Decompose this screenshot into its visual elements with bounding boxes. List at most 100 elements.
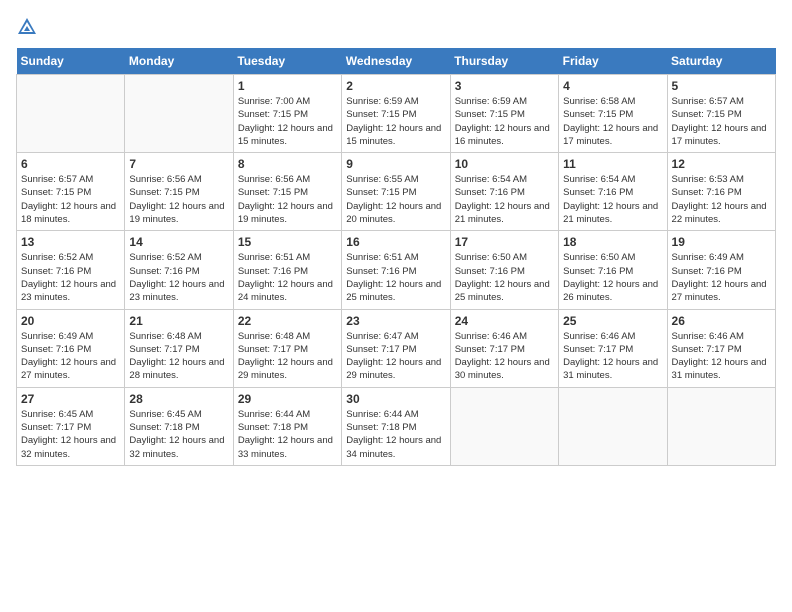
calendar-cell: 10 Sunrise: 6:54 AM Sunset: 7:16 PM Dayli… [450, 153, 558, 231]
day-info: Sunrise: 6:44 AM Sunset: 7:18 PM Dayligh… [238, 408, 337, 461]
calendar-cell: 20 Sunrise: 6:49 AM Sunset: 7:16 PM Dayli… [17, 309, 125, 387]
day-info: Sunrise: 7:00 AM Sunset: 7:15 PM Dayligh… [238, 95, 337, 148]
day-info: Sunrise: 6:57 AM Sunset: 7:15 PM Dayligh… [672, 95, 771, 148]
calendar-cell: 29 Sunrise: 6:44 AM Sunset: 7:18 PM Dayli… [233, 387, 341, 465]
day-info: Sunrise: 6:52 AM Sunset: 7:16 PM Dayligh… [21, 251, 120, 304]
day-number: 21 [129, 314, 228, 328]
day-info: Sunrise: 6:56 AM Sunset: 7:15 PM Dayligh… [129, 173, 228, 226]
calendar-cell: 19 Sunrise: 6:49 AM Sunset: 7:16 PM Dayli… [667, 231, 775, 309]
day-number: 1 [238, 79, 337, 93]
calendar-cell: 28Sunrise: 6:45 AM Sunset: 7:18 PM Dayli… [125, 387, 233, 465]
calendar-cell: 4 Sunrise: 6:58 AM Sunset: 7:15 PM Daylig… [559, 75, 667, 153]
day-info: Sunrise: 6:51 AM Sunset: 7:16 PM Dayligh… [238, 251, 337, 304]
day-info: Sunrise: 6:48 AM Sunset: 7:17 PM Dayligh… [129, 330, 228, 383]
day-number: 8 [238, 157, 337, 171]
calendar-cell [450, 387, 558, 465]
day-number: 3 [455, 79, 554, 93]
day-info: Sunrise: 6:46 AM Sunset: 7:17 PM Dayligh… [455, 330, 554, 383]
calendar-cell [17, 75, 125, 153]
calendar-cell: 18 Sunrise: 6:50 AM Sunset: 7:16 PM Dayli… [559, 231, 667, 309]
calendar-cell: 17 Sunrise: 6:50 AM Sunset: 7:16 PM Dayli… [450, 231, 558, 309]
day-number: 25 [563, 314, 662, 328]
day-number: 9 [346, 157, 445, 171]
day-info: Sunrise: 6:44 AM Sunset: 7:18 PM Dayligh… [346, 408, 445, 461]
day-number: 14 [129, 235, 228, 249]
day-of-week-header: Tuesday [233, 48, 341, 75]
day-info: Sunrise: 6:54 AM Sunset: 7:16 PM Dayligh… [563, 173, 662, 226]
day-of-week-header: Sunday [17, 48, 125, 75]
calendar-week-row: 6 Sunrise: 6:57 AM Sunset: 7:15 PM Daylig… [17, 153, 776, 231]
day-info: Sunrise: 6:59 AM Sunset: 7:15 PM Dayligh… [346, 95, 445, 148]
day-number: 29 [238, 392, 337, 406]
day-number: 20 [21, 314, 120, 328]
calendar-cell: 14 Sunrise: 6:52 AM Sunset: 7:16 PM Dayli… [125, 231, 233, 309]
day-info: Sunrise: 6:58 AM Sunset: 7:15 PM Dayligh… [563, 95, 662, 148]
day-number: 19 [672, 235, 771, 249]
calendar-cell: 26 Sunrise: 6:46 AM Sunset: 7:17 PM Dayli… [667, 309, 775, 387]
day-of-week-header: Friday [559, 48, 667, 75]
calendar-cell: 2 Sunrise: 6:59 AM Sunset: 7:15 PM Daylig… [342, 75, 450, 153]
calendar-cell: 7 Sunrise: 6:56 AM Sunset: 7:15 PM Daylig… [125, 153, 233, 231]
day-number: 5 [672, 79, 771, 93]
calendar-cell: 22 Sunrise: 6:48 AM Sunset: 7:17 PM Dayli… [233, 309, 341, 387]
calendar-week-row: 1 Sunrise: 7:00 AM Sunset: 7:15 PM Daylig… [17, 75, 776, 153]
calendar-cell: 3 Sunrise: 6:59 AM Sunset: 7:15 PM Daylig… [450, 75, 558, 153]
calendar-cell [667, 387, 775, 465]
calendar-cell [125, 75, 233, 153]
day-info: Sunrise: 6:59 AM Sunset: 7:15 PM Dayligh… [455, 95, 554, 148]
day-number: 28 [129, 392, 228, 406]
calendar-week-row: 20 Sunrise: 6:49 AM Sunset: 7:16 PM Dayli… [17, 309, 776, 387]
day-number: 4 [563, 79, 662, 93]
calendar-table: SundayMondayTuesdayWednesdayThursdayFrid… [16, 48, 776, 466]
day-info: Sunrise: 6:57 AM Sunset: 7:15 PM Dayligh… [21, 173, 120, 226]
day-info: Sunrise: 6:54 AM Sunset: 7:16 PM Dayligh… [455, 173, 554, 226]
day-info: Sunrise: 6:49 AM Sunset: 7:16 PM Dayligh… [21, 330, 120, 383]
day-info: Sunrise: 6:50 AM Sunset: 7:16 PM Dayligh… [455, 251, 554, 304]
day-of-week-header: Thursday [450, 48, 558, 75]
day-number: 7 [129, 157, 228, 171]
calendar-cell: 21 Sunrise: 6:48 AM Sunset: 7:17 PM Dayli… [125, 309, 233, 387]
calendar-cell: 30 Sunrise: 6:44 AM Sunset: 7:18 PM Dayli… [342, 387, 450, 465]
calendar-cell: 25Sunrise: 6:46 AM Sunset: 7:17 PM Dayli… [559, 309, 667, 387]
calendar-cell: 16 Sunrise: 6:51 AM Sunset: 7:16 PM Dayli… [342, 231, 450, 309]
day-number: 15 [238, 235, 337, 249]
day-number: 16 [346, 235, 445, 249]
calendar-cell: 9 Sunrise: 6:55 AM Sunset: 7:15 PM Daylig… [342, 153, 450, 231]
logo-icon [16, 16, 38, 38]
day-of-week-header: Wednesday [342, 48, 450, 75]
day-number: 17 [455, 235, 554, 249]
day-info: Sunrise: 6:50 AM Sunset: 7:16 PM Dayligh… [563, 251, 662, 304]
day-number: 13 [21, 235, 120, 249]
calendar-cell: 5 Sunrise: 6:57 AM Sunset: 7:15 PM Daylig… [667, 75, 775, 153]
calendar-cell: 13 Sunrise: 6:52 AM Sunset: 7:16 PM Dayli… [17, 231, 125, 309]
calendar-header-row: SundayMondayTuesdayWednesdayThursdayFrid… [17, 48, 776, 75]
day-info: Sunrise: 6:53 AM Sunset: 7:16 PM Dayligh… [672, 173, 771, 226]
calendar-week-row: 13 Sunrise: 6:52 AM Sunset: 7:16 PM Dayli… [17, 231, 776, 309]
day-info: Sunrise: 6:47 AM Sunset: 7:17 PM Dayligh… [346, 330, 445, 383]
day-number: 12 [672, 157, 771, 171]
day-number: 10 [455, 157, 554, 171]
day-number: 6 [21, 157, 120, 171]
day-number: 22 [238, 314, 337, 328]
day-info: Sunrise: 6:55 AM Sunset: 7:15 PM Dayligh… [346, 173, 445, 226]
page-header [16, 16, 776, 38]
day-info: Sunrise: 6:51 AM Sunset: 7:16 PM Dayligh… [346, 251, 445, 304]
calendar-cell: 23Sunrise: 6:47 AM Sunset: 7:17 PM Dayli… [342, 309, 450, 387]
day-number: 18 [563, 235, 662, 249]
day-number: 2 [346, 79, 445, 93]
day-of-week-header: Monday [125, 48, 233, 75]
day-number: 26 [672, 314, 771, 328]
calendar-cell: 12 Sunrise: 6:53 AM Sunset: 7:16 PM Dayli… [667, 153, 775, 231]
day-info: Sunrise: 6:46 AM Sunset: 7:17 PM Dayligh… [672, 330, 771, 383]
day-number: 30 [346, 392, 445, 406]
calendar-cell: 6 Sunrise: 6:57 AM Sunset: 7:15 PM Daylig… [17, 153, 125, 231]
calendar-cell: 11Sunrise: 6:54 AM Sunset: 7:16 PM Dayli… [559, 153, 667, 231]
day-info: Sunrise: 6:48 AM Sunset: 7:17 PM Dayligh… [238, 330, 337, 383]
day-info: Sunrise: 6:45 AM Sunset: 7:17 PM Dayligh… [21, 408, 120, 461]
calendar-cell: 8Sunrise: 6:56 AM Sunset: 7:15 PM Daylig… [233, 153, 341, 231]
day-info: Sunrise: 6:52 AM Sunset: 7:16 PM Dayligh… [129, 251, 228, 304]
day-info: Sunrise: 6:49 AM Sunset: 7:16 PM Dayligh… [672, 251, 771, 304]
calendar-week-row: 27Sunrise: 6:45 AM Sunset: 7:17 PM Dayli… [17, 387, 776, 465]
calendar-cell: 15 Sunrise: 6:51 AM Sunset: 7:16 PM Dayli… [233, 231, 341, 309]
calendar-cell [559, 387, 667, 465]
